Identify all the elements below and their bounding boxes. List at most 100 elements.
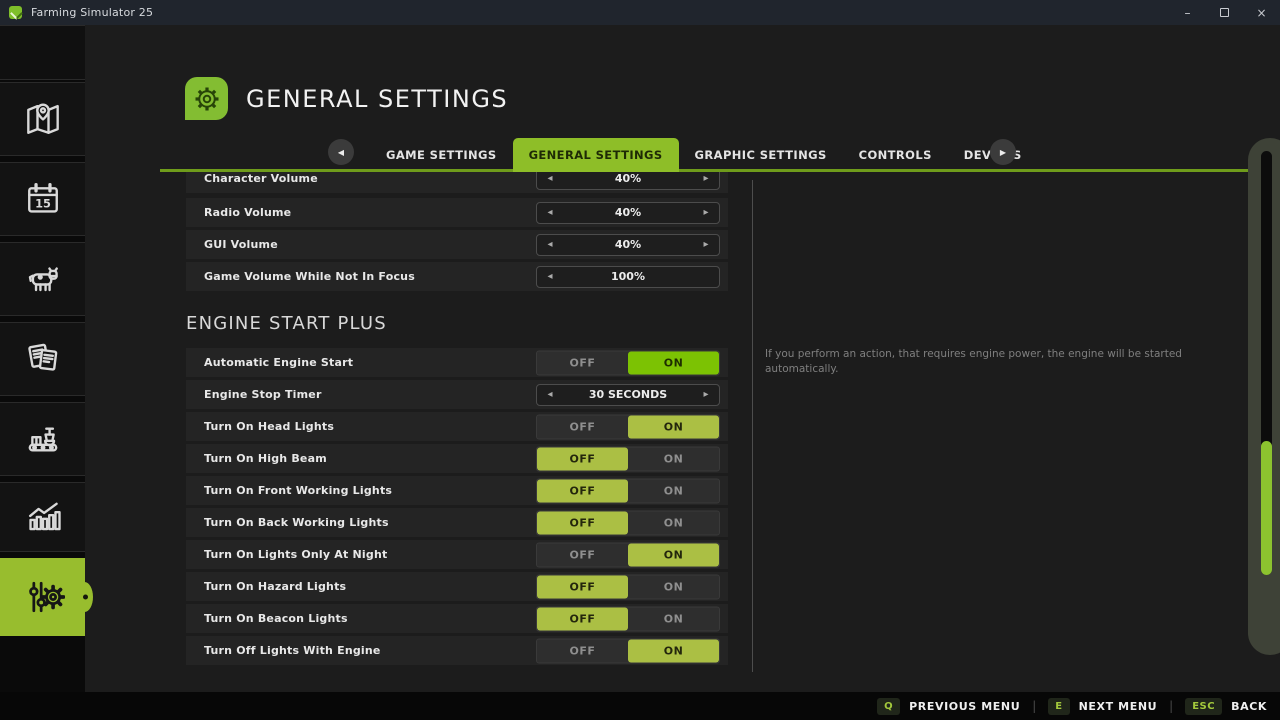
toggle-off-button[interactable]: OFF [537, 479, 628, 502]
setting-label: Turn On Front Working Lights [204, 484, 392, 497]
gear-icon [192, 84, 222, 114]
setting-row: Character Volume◂40%▸ [186, 172, 728, 193]
tab-game-settings[interactable]: GAME SETTINGS [370, 138, 513, 172]
close-button[interactable]: × [1243, 0, 1280, 25]
toggle-off-button[interactable]: OFF [537, 639, 628, 662]
svg-text:15: 15 [35, 196, 51, 210]
stepper-value: 40% [563, 238, 693, 251]
toggle: OFFON [536, 606, 720, 631]
toggle-off-button[interactable]: OFF [537, 351, 628, 374]
tab-general-settings[interactable]: GENERAL SETTINGS [513, 138, 679, 172]
footer-hint-q: Q PREVIOUS MENU [877, 698, 1020, 715]
toggle-on-button[interactable]: ON [628, 607, 719, 630]
setting-label: Automatic Engine Start [204, 356, 353, 369]
setting-control: ◂30 SECONDS▸ [536, 384, 720, 406]
tab-graphic-settings[interactable]: GRAPHIC SETTINGS [679, 138, 843, 172]
toggle: OFFON [536, 510, 720, 535]
stepper-left-icon[interactable]: ◂ [537, 207, 563, 218]
maximize-button[interactable] [1206, 0, 1243, 25]
toggle-on-button[interactable]: ON [628, 351, 719, 374]
setting-label: Turn On Head Lights [204, 420, 334, 433]
production-icon [21, 417, 65, 461]
toggle-on-button[interactable]: ON [628, 415, 719, 438]
scrollbar-thumb[interactable] [1261, 441, 1272, 575]
stepper-left-icon[interactable]: ◂ [537, 271, 563, 282]
stepper-left-icon[interactable]: ◂ [537, 389, 563, 400]
footer-action-label[interactable]: PREVIOUS MENU [909, 700, 1020, 713]
tab-controls[interactable]: CONTROLS [843, 138, 948, 172]
sidebar-item-map[interactable] [0, 82, 85, 156]
map-icon [21, 97, 65, 141]
setting-control: ◂40%▸ [536, 172, 720, 190]
chevron-right-icon: ▶ [1000, 148, 1006, 157]
setting-row: Turn On Front Working Lights OFFON [186, 476, 728, 505]
toggle-on-button[interactable]: ON [628, 511, 719, 534]
titlebar: Farming Simulator 25 – × [0, 0, 1280, 25]
setting-control: OFFON [536, 606, 720, 631]
key-badge: Q [877, 698, 900, 715]
toggle-off-button[interactable]: OFF [537, 511, 628, 534]
sidebar-item-statistics[interactable] [0, 482, 85, 552]
panel-divider [752, 180, 753, 672]
setting-label: Turn On Lights Only At Night [204, 548, 387, 561]
sidebar-nav: 15 [0, 25, 85, 692]
toggle: OFFON [536, 638, 720, 663]
tabs-prev-button[interactable]: ◀ [328, 139, 354, 165]
stepper: ◂30 SECONDS▸ [536, 384, 720, 406]
sidebar-item-animals[interactable] [0, 242, 85, 316]
stepper-value: 30 SECONDS [563, 388, 693, 401]
sidebar-item-settings[interactable] [0, 558, 85, 636]
setting-row: Turn On Head Lights OFFON [186, 412, 728, 441]
tabs-next-button[interactable]: ▶ [990, 139, 1016, 165]
stepper-left-icon[interactable]: ◂ [537, 239, 563, 250]
setting-control: OFFON [536, 574, 720, 599]
toggle-off-button[interactable]: OFF [537, 447, 628, 470]
statistics-icon [21, 495, 65, 539]
contracts-icon [21, 337, 65, 381]
setting-label: Turn On Beacon Lights [204, 612, 348, 625]
toggle-on-button[interactable]: ON [628, 639, 719, 662]
setting-row: Engine Stop Timer◂30 SECONDS▸ [186, 380, 728, 409]
toggle: OFFON [536, 574, 720, 599]
minimize-button[interactable]: – [1169, 0, 1206, 25]
sidebar-item-contracts[interactable] [0, 322, 85, 396]
stepper-right-icon[interactable]: ▸ [693, 389, 719, 400]
setting-label: GUI Volume [204, 238, 278, 251]
stepper: ◂40%▸ [536, 202, 720, 224]
toggle-off-button[interactable]: OFF [537, 575, 628, 598]
setting-label: Turn On High Beam [204, 452, 327, 465]
footer-action-label[interactable]: BACK [1231, 700, 1267, 713]
toggle: OFFON [536, 542, 720, 567]
stepper-right-icon[interactable]: ▸ [693, 239, 719, 250]
stepper-value: 100% [563, 270, 693, 283]
stepper-right-icon[interactable]: ▸ [693, 207, 719, 218]
setting-row: Turn On Back Working LightsOFFON [186, 508, 728, 537]
sidebar-spacer [0, 25, 85, 80]
settings-sliders-icon [21, 575, 65, 619]
setting-control: ◂100% [536, 266, 720, 288]
setting-control: OFFON [536, 414, 720, 439]
sidebar-item-calendar[interactable]: 15 [0, 162, 85, 236]
toggle: OFFON [536, 446, 720, 471]
clipped-row-wrapper: Character Volume◂40%▸ [186, 172, 728, 193]
setting-label: Radio Volume [204, 206, 291, 219]
toggle-off-button[interactable]: OFF [537, 607, 628, 630]
setting-row: Automatic Engine Start OFFON [186, 348, 728, 377]
setting-help-text: If you perform an action, that requires … [765, 347, 1245, 377]
sidebar-item-production[interactable] [0, 402, 85, 476]
footer-action-label[interactable]: NEXT MENU [1079, 700, 1158, 713]
toggle-on-button[interactable]: ON [628, 479, 719, 502]
stepper-right-icon[interactable]: ▸ [693, 173, 719, 184]
toggle-off-button[interactable]: OFF [537, 415, 628, 438]
setting-row: Turn On High Beam OFFON [186, 444, 728, 473]
stepper-left-icon[interactable]: ◂ [537, 173, 563, 184]
toggle-on-button[interactable]: ON [628, 447, 719, 470]
setting-control: ◂40%▸ [536, 202, 720, 224]
setting-control: OFFON [536, 446, 720, 471]
window-controls: – × [1169, 0, 1280, 25]
setting-control: OFFON [536, 510, 720, 535]
stepper: ◂40%▸ [536, 234, 720, 256]
toggle-on-button[interactable]: ON [628, 543, 719, 566]
toggle-off-button[interactable]: OFF [537, 543, 628, 566]
toggle-on-button[interactable]: ON [628, 575, 719, 598]
